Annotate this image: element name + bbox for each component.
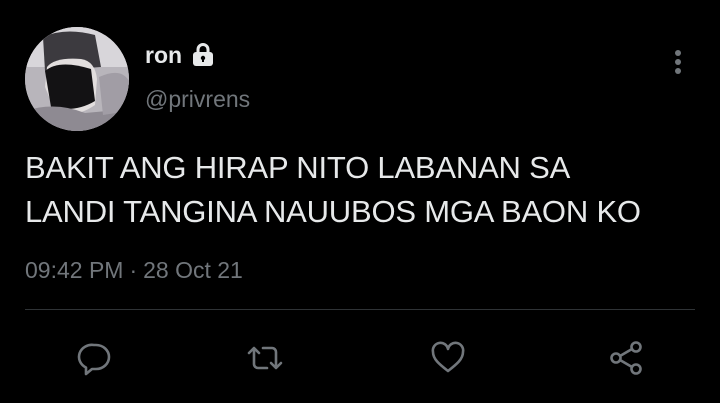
like-icon [431, 341, 465, 373]
like-button[interactable] [424, 330, 472, 386]
user-handle[interactable]: @privrens [145, 84, 250, 114]
tweet-time[interactable]: 09:42 PM [25, 255, 123, 285]
share-button[interactable] [602, 330, 650, 386]
divider [25, 309, 695, 310]
retweet-button[interactable] [241, 330, 289, 386]
tweet-meta: 09:42 PM · 28 Oct 21 [25, 255, 243, 285]
tweet-text: BAKIT ANG HIRAP NITO LABANAN SA LANDI TA… [25, 150, 641, 229]
retweet-icon [247, 346, 283, 370]
lock-icon [190, 43, 216, 67]
meta-separator: · [129, 257, 138, 283]
reply-button[interactable] [71, 330, 119, 386]
more-vertical-icon[interactable] [665, 47, 691, 77]
display-name[interactable]: ron [145, 40, 182, 70]
reply-icon [77, 343, 111, 376]
tweet-date[interactable]: 28 Oct 21 [143, 255, 243, 285]
avatar[interactable] [25, 27, 129, 131]
share-icon [610, 341, 642, 375]
action-bar [0, 330, 720, 386]
